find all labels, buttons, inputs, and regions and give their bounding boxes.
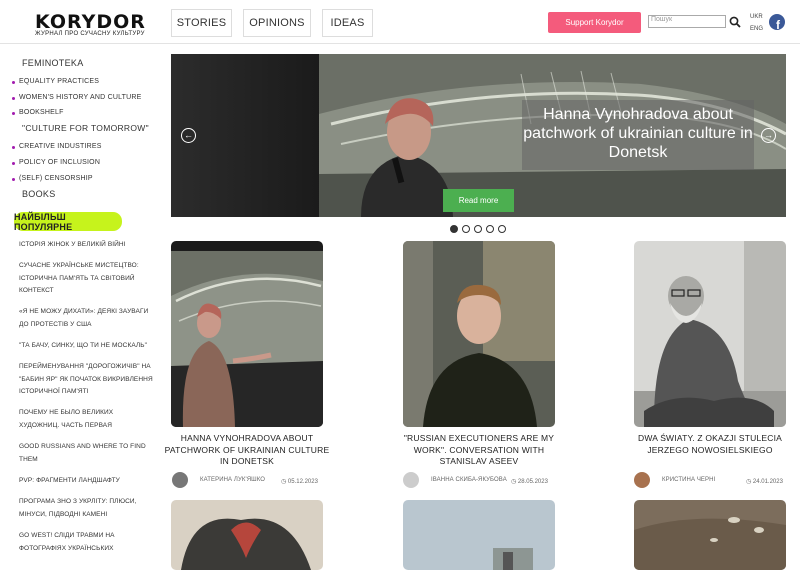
avatar <box>172 472 188 488</box>
popular-item[interactable]: GO WEST! СЛІДИ ТРАВМИ НА ФОТОГРАФІЯХ УКР… <box>19 530 154 555</box>
slider-dot[interactable] <box>486 225 494 233</box>
facebook-icon[interactable]: f <box>769 14 785 30</box>
avatar <box>634 472 650 488</box>
popular-item[interactable]: "ТА БАЧУ, СИНКУ, ЩО ТИ НЕ МОСКАЛЬ" <box>19 340 154 353</box>
card-author[interactable]: ІВАННА СКИБА-ЯКУБОВА <box>431 477 507 483</box>
site-header: KORYDOR ЖУРНАЛ ПРО СУЧАСНУ КУЛЬТУРУ STOR… <box>0 0 800 44</box>
card-image-4[interactable] <box>171 500 323 570</box>
bullet-icon <box>12 81 15 84</box>
sidebar-feminoteka[interactable]: FEMINOTEKA <box>22 58 84 68</box>
sidebar-item-censorship[interactable]: (SELF) CENSORSHIP <box>19 175 93 182</box>
sidebar-item-equality[interactable]: EQUALITY PRACTICES <box>19 78 99 85</box>
card-photo <box>634 241 786 427</box>
prev-arrow-icon[interactable]: ← <box>181 128 196 143</box>
popular-item[interactable]: ПРОГРАМА ЗНО З УКРЛІТУ: ПЛЮСИ, МІНУСИ, П… <box>19 496 154 521</box>
card-photo <box>403 241 555 427</box>
sidebar-item-creative[interactable]: CREATIVE INDUSTIRES <box>19 143 102 150</box>
bullet-icon <box>12 97 15 100</box>
slider-dot[interactable] <box>462 225 470 233</box>
bullet-icon <box>12 178 15 181</box>
popular-item[interactable]: GOOD RUSSIANS AND WHERE TO FIND THEM <box>19 441 154 466</box>
sidebar-item-womens-history[interactable]: WOMEN'S HISTORY AND CULTURE <box>19 94 142 101</box>
slider-dots <box>450 225 506 233</box>
slider-dot[interactable] <box>474 225 482 233</box>
card-date: ◷ 05.12.2023 <box>281 479 318 485</box>
popular-badge: НАЙБІЛЬШ ПОПУЛЯРНЕ <box>14 212 122 232</box>
search-icon[interactable] <box>729 16 741 28</box>
lang-ukr[interactable]: UKR <box>750 14 763 20</box>
card-photo <box>171 241 323 427</box>
popular-item[interactable]: PVP: ФРАГМЕНТИ ЛАНДШАФТУ <box>19 475 154 488</box>
card-image-6[interactable] <box>634 500 786 570</box>
nav-opinions[interactable]: OPINIONS <box>243 9 311 37</box>
read-more-button[interactable]: Read more <box>443 189 514 212</box>
card-photo <box>171 500 323 570</box>
bullet-icon <box>12 146 15 149</box>
search-input[interactable]: Пошук <box>648 15 726 28</box>
popular-item[interactable]: «Я НЕ МОЖУ ДИХАТИ»: ДЕЯКІ ЗАУВАГИ ДО ПРО… <box>19 306 154 331</box>
slider-dot[interactable] <box>498 225 506 233</box>
card-image-1[interactable] <box>171 241 323 427</box>
card-photo <box>403 500 555 570</box>
card-author[interactable]: КРИСТИНА ЧЕРНІ <box>662 477 715 483</box>
card-photo <box>634 500 786 570</box>
popular-item[interactable]: ІСТОРІЯ ЖІНОК У ВЕЛИКІЙ ВІЙНІ <box>19 239 154 252</box>
card-author[interactable]: КАТЕРИНА ЛУК'ЯШКО <box>200 477 265 483</box>
card-image-3[interactable] <box>634 241 786 427</box>
popular-item[interactable]: ПОЧЕМУ НЕ БЫЛО ВЕЛИКИХ ХУДОЖНИЦ. ЧАСТЬ П… <box>19 407 154 432</box>
hero-slider: Hanna Vynohradova about patchwork of ukr… <box>171 54 786 217</box>
card-title[interactable]: "RUSSIAN EXECUTIONERS ARE MY WORK". CONV… <box>394 433 564 468</box>
hero-title[interactable]: Hanna Vynohradova about patchwork of ukr… <box>523 106 752 161</box>
sidebar-culture-for-tomorrow[interactable]: "CULTURE FOR TOMORROW" <box>22 123 149 133</box>
sidebar: FEMINOTEKA EQUALITY PRACTICES WOMEN'S HI… <box>0 45 160 558</box>
card-title[interactable]: DWA ŚWIATY. Z OKAZJI STULECIA JERZEGO NO… <box>625 433 795 456</box>
sidebar-books[interactable]: BOOKS <box>22 189 56 199</box>
nav-stories[interactable]: STORIES <box>171 9 232 37</box>
card-title[interactable]: HANNA VYNOHRADOVA ABOUT PATCHWORK OF UKR… <box>162 433 332 468</box>
nav-ideas[interactable]: IDEAS <box>322 9 373 37</box>
bullet-icon <box>12 162 15 165</box>
sidebar-item-inclusion[interactable]: POLICY OF INCLUSION <box>19 159 100 166</box>
logo[interactable]: KORYDOR <box>35 11 146 33</box>
card-date: ◷ 24.01.2023 <box>746 479 783 485</box>
logo-tagline: ЖУРНАЛ ПРО СУЧАСНУ КУЛЬТУРУ <box>35 31 145 37</box>
card-image-2[interactable] <box>403 241 555 427</box>
support-button[interactable]: Support Korydor <box>548 12 641 33</box>
popular-item[interactable]: СУЧАСНЕ УКРАЇНСЬКЕ МИСТЕЦТВО: ІСТОРИЧНА … <box>19 260 154 298</box>
slider-dot[interactable] <box>450 225 458 233</box>
lang-eng[interactable]: ENG <box>750 26 763 32</box>
next-arrow-icon[interactable]: → <box>761 128 776 143</box>
card-date: ◷ 28.05.2023 <box>511 479 548 485</box>
card-image-5[interactable] <box>403 500 555 570</box>
avatar <box>403 472 419 488</box>
sidebar-item-bookshelf[interactable]: BOOKSHELF <box>19 109 64 116</box>
bullet-icon <box>12 112 15 115</box>
popular-item[interactable]: ПЕРЕЙМЕНУВАННЯ "ДОРОГОЖИЧІВ" НА "БАБИН Я… <box>19 361 154 399</box>
hero-title-box: Hanna Vynohradova about patchwork of ukr… <box>522 100 754 170</box>
